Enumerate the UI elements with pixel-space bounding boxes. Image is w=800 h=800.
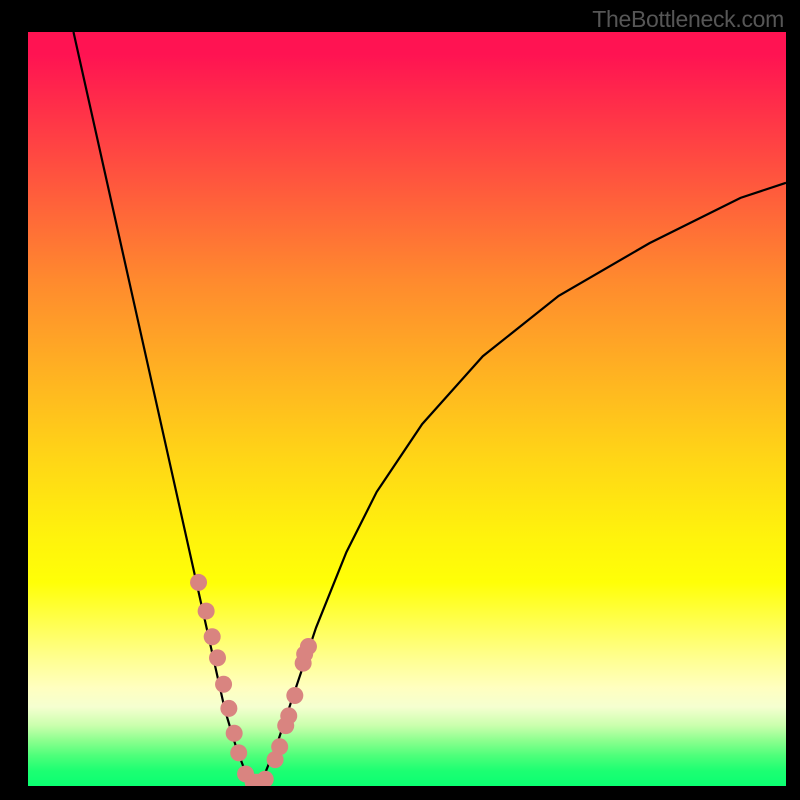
- chart-frame: TheBottleneck.com: [0, 0, 800, 800]
- curve-left-branch: [73, 32, 255, 786]
- marker-point: [220, 700, 237, 717]
- marker-point: [204, 628, 221, 645]
- marker-point: [190, 574, 207, 591]
- marker-point: [226, 725, 243, 742]
- marker-point: [215, 676, 232, 693]
- chart-overlay: [28, 32, 786, 786]
- marker-point: [198, 603, 215, 620]
- marker-point: [300, 638, 317, 655]
- marker-point: [209, 649, 226, 666]
- watermark-text: TheBottleneck.com: [592, 6, 784, 33]
- marker-point: [257, 771, 274, 786]
- curve-right-branch: [255, 183, 786, 786]
- marker-point: [286, 687, 303, 704]
- marker-point: [271, 738, 288, 755]
- marker-point: [280, 707, 297, 724]
- marker-point: [230, 744, 247, 761]
- plot-area: [28, 32, 786, 786]
